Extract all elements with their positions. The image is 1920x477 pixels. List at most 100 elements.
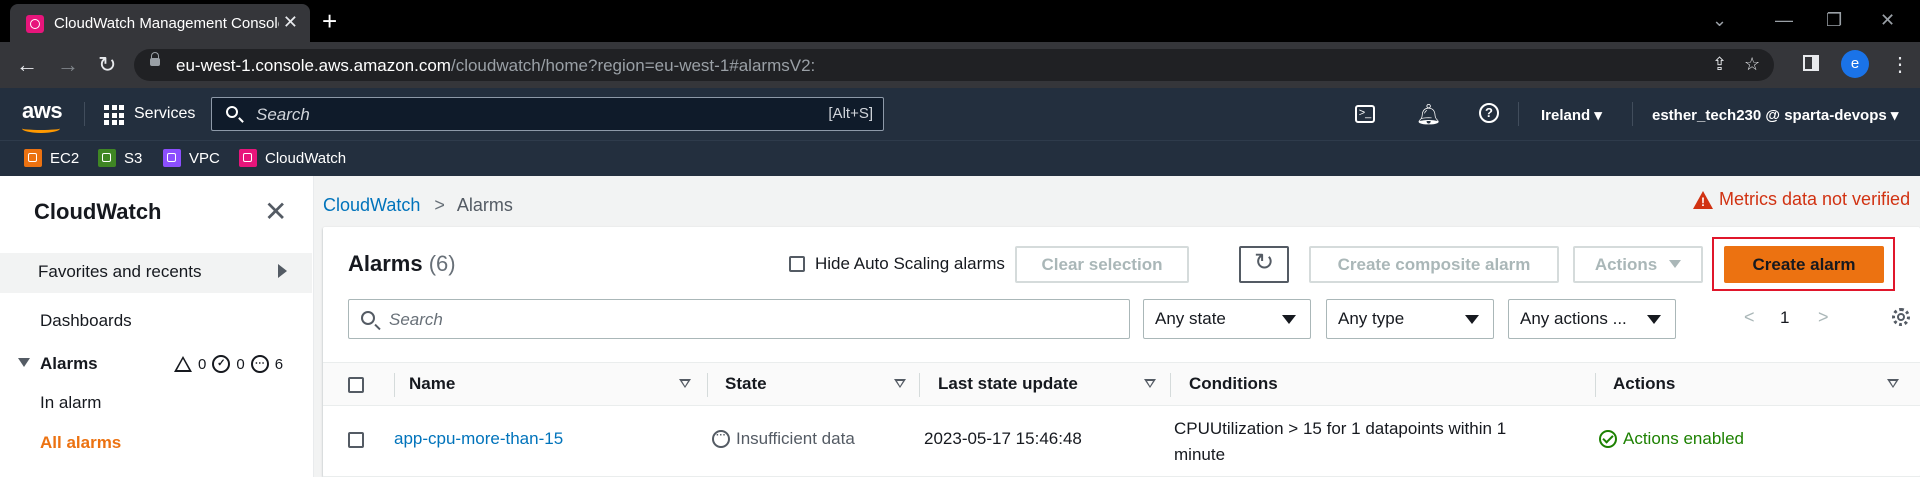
table-header: Name State Last state update Conditions … — [323, 362, 1920, 406]
metrics-warning[interactable]: Metrics data not verified — [1693, 189, 1910, 210]
sort-icon[interactable] — [894, 379, 906, 388]
clear-selection-button[interactable]: Clear selection — [1015, 246, 1189, 283]
column-header-actions[interactable]: Actions — [1613, 374, 1675, 394]
caret-down-icon — [1282, 315, 1296, 324]
bookmark-star-icon[interactable]: ☆ — [1744, 54, 1760, 75]
state-filter-select[interactable]: Any state — [1143, 299, 1311, 339]
vpc-icon — [163, 149, 181, 167]
next-page-icon[interactable]: > — [1818, 307, 1829, 328]
alarm-state-counts: 0 ✓ 0 ⋯ 6 — [174, 355, 283, 373]
check-circle-icon — [1599, 430, 1617, 448]
hide-autoscaling-checkbox[interactable] — [789, 256, 805, 272]
close-window-icon[interactable]: ✕ — [1880, 10, 1895, 31]
create-composite-alarm-button[interactable]: Create composite alarm — [1309, 246, 1559, 283]
select-all-checkbox[interactable] — [348, 377, 364, 393]
column-divider — [1595, 373, 1596, 397]
gear-icon[interactable] — [1892, 308, 1910, 326]
aws-smile-logo-icon — [22, 124, 60, 133]
refresh-button[interactable]: ↻ — [1239, 246, 1289, 283]
chevron-right-icon: > — [434, 195, 445, 215]
reload-icon[interactable]: ↻ — [98, 52, 116, 78]
column-header-last-state-update[interactable]: Last state update — [938, 374, 1078, 394]
alarms-panel: Alarms (6) Hide Auto Scaling alarms Clea… — [323, 227, 1920, 477]
search-icon — [226, 106, 238, 118]
notifications-bell-icon[interactable]: 🔔︎ — [1416, 102, 1441, 127]
aws-logo[interactable]: aws — [22, 98, 63, 124]
nav-divider — [84, 102, 85, 126]
aws-search-input[interactable] — [254, 98, 778, 132]
cloudshell-icon[interactable]: >_ — [1355, 105, 1375, 123]
favorite-s3[interactable]: S3 — [98, 149, 142, 167]
region-selector[interactable]: Ireland ▾ — [1541, 106, 1602, 124]
tab-title: CloudWatch Management Console — [54, 15, 279, 32]
column-divider — [707, 373, 708, 397]
aws-favorites-bar: EC2 S3 VPC CloudWatch — [0, 140, 1920, 176]
sidebar-item-dashboards[interactable]: Dashboards — [40, 311, 132, 331]
favorite-cloudwatch[interactable]: CloudWatch — [239, 149, 346, 167]
tab-search-chevron-icon[interactable]: ⌄ — [1712, 10, 1727, 31]
favorite-vpc[interactable]: VPC — [163, 149, 220, 167]
alarm-conditions: CPUUtilization > 15 for 1 datapoints wit… — [1174, 419, 1507, 464]
page-title: Alarms (6) — [348, 251, 456, 276]
row-checkbox[interactable] — [348, 432, 364, 448]
previous-page-icon[interactable]: < — [1744, 307, 1755, 328]
search-icon — [361, 311, 375, 325]
favorite-ec2[interactable]: EC2 — [24, 149, 79, 167]
sort-icon[interactable] — [1144, 379, 1156, 388]
breadcrumb: CloudWatch > Alarms — [323, 195, 513, 216]
browser-menu-icon[interactable]: ⋮ — [1890, 52, 1910, 77]
alarm-state: ··· Insufficient data — [712, 429, 855, 449]
breadcrumb-cloudwatch[interactable]: CloudWatch — [323, 195, 420, 215]
forward-arrow-icon[interactable]: → — [57, 52, 79, 78]
back-arrow-icon[interactable]: ← — [16, 52, 38, 78]
column-header-conditions[interactable]: Conditions — [1189, 374, 1278, 394]
browser-toolbar: ← → ↻ eu-west-1.console.aws.amazon.com/c… — [0, 42, 1920, 88]
share-icon[interactable]: ⇪ — [1712, 54, 1727, 75]
profile-avatar[interactable]: e — [1841, 50, 1869, 78]
services-menu[interactable]: Services — [134, 105, 195, 123]
sort-icon[interactable] — [679, 379, 691, 388]
sidebar-item-all-alarms[interactable]: All alarms — [40, 433, 121, 453]
nav-divider — [1518, 102, 1519, 126]
minimize-icon[interactable]: — — [1775, 10, 1793, 31]
alarm-name-link[interactable]: app-cpu-more-than-15 — [394, 429, 563, 449]
sidebar-item-in-alarm[interactable]: In alarm — [40, 393, 101, 413]
column-divider — [919, 373, 920, 397]
in-alarm-warning-icon — [174, 356, 192, 372]
aws-top-nav: aws Services [Alt+S] >_ 🔔︎ ? Ireland ▾ e… — [0, 88, 1920, 140]
sidebar-favorites-and-recents[interactable]: Favorites and recents — [0, 253, 312, 293]
actions-dropdown-button[interactable]: Actions — [1573, 246, 1703, 283]
breadcrumb-alarms: Alarms — [456, 195, 513, 215]
column-header-name[interactable]: Name — [409, 374, 455, 394]
browser-tab-strip: CloudWatch Management Console ✕ + ⌄ — ❐ … — [0, 0, 1920, 42]
sort-icon[interactable] — [1887, 379, 1899, 388]
alarm-search-input[interactable] — [387, 300, 1091, 340]
hide-autoscaling-label: Hide Auto Scaling alarms — [815, 254, 1005, 273]
s3-icon — [98, 149, 116, 167]
services-grid-icon[interactable] — [104, 105, 124, 125]
tab-close-icon[interactable]: ✕ — [283, 12, 298, 33]
restore-window-icon[interactable]: ❐ — [1826, 10, 1842, 31]
close-icon[interactable]: ✕ — [264, 198, 287, 226]
column-header-state[interactable]: State — [725, 374, 767, 394]
page-number[interactable]: 1 — [1780, 308, 1789, 328]
account-menu[interactable]: esther_tech230 @ sparta-devops ▾ — [1652, 106, 1898, 124]
sidebar-item-alarms[interactable]: Alarms — [18, 354, 98, 374]
address-bar[interactable]: eu-west-1.console.aws.amazon.com/cloudwa… — [134, 49, 1774, 81]
help-icon[interactable]: ? — [1479, 103, 1499, 123]
actions-filter-select[interactable]: Any actions ... — [1508, 299, 1676, 339]
column-divider — [394, 373, 395, 397]
new-tab-button[interactable]: + — [322, 6, 337, 37]
cloudwatch-favicon-icon — [26, 15, 44, 33]
ok-check-icon: ✓ — [212, 355, 231, 373]
caret-down-icon — [1465, 315, 1479, 324]
caret-down-icon — [1669, 260, 1682, 268]
type-filter-select[interactable]: Any type — [1326, 299, 1494, 339]
browser-tab[interactable]: CloudWatch Management Console ✕ — [10, 4, 310, 42]
cloudwatch-sidebar: CloudWatch ✕ Favorites and recents Dashb… — [0, 176, 314, 477]
aws-search-box[interactable]: [Alt+S] — [211, 97, 884, 132]
side-panel-icon[interactable] — [1803, 55, 1819, 71]
alarm-search-box[interactable] — [348, 299, 1130, 340]
warning-icon — [1693, 190, 1713, 209]
table-row[interactable]: app-cpu-more-than-15 ··· Insufficient dat… — [323, 406, 1920, 477]
